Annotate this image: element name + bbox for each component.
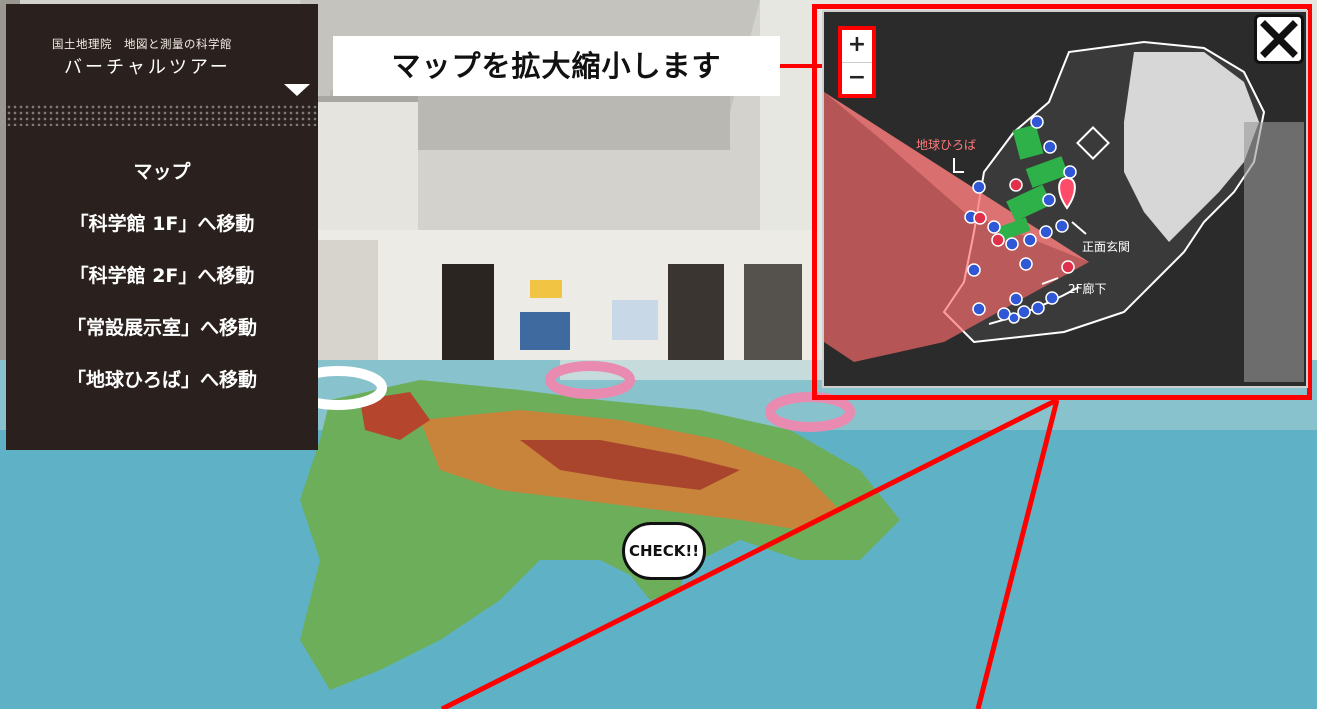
logo-subtitle: 国土地理院 地図と測量の科学館 xyxy=(52,37,232,51)
zoom-in-button[interactable]: + xyxy=(842,30,872,62)
close-icon xyxy=(1260,20,1298,58)
map-zoom-control: + − xyxy=(838,26,876,98)
menu-item-goto-1f[interactable]: 「科学館 1F」へ移動 xyxy=(6,210,318,262)
menu-list: マップ 「科学館 1F」へ移動 「科学館 2F」へ移動 「常設展示室」へ移動 「… xyxy=(6,158,318,418)
logo[interactable]: 国土地理院 地図と測量の科学館 バーチャルツアー xyxy=(6,4,318,102)
menu-item-goto-2f[interactable]: 「科学館 2F」へ移動 xyxy=(6,262,318,314)
zoom-out-button[interactable]: − xyxy=(842,62,872,94)
side-menu: 国土地理院 地図と測量の科学館 バーチャルツアー マップ 「科学館 1F」へ移動… xyxy=(6,4,318,450)
map-close-button[interactable] xyxy=(1254,14,1304,64)
map-label-earth-plaza: 地球ひろば xyxy=(916,138,977,152)
menu-item-goto-earth-plaza[interactable]: 「地球ひろば」へ移動 xyxy=(6,366,318,418)
map-label-main-entrance: 正面玄関 xyxy=(1082,240,1131,254)
dotted-divider xyxy=(6,104,318,126)
floor-map[interactable]: 地球ひろば 正面玄関 2F廊下 xyxy=(822,10,1308,388)
menu-collapse-icon[interactable] xyxy=(284,84,310,96)
floor-map-drawing xyxy=(824,12,1306,386)
logo-title: バーチャルツアー xyxy=(64,57,231,78)
map-label-corridor: 2F廊下 xyxy=(1068,282,1107,296)
check-hotspot[interactable]: CHECK!! xyxy=(622,522,706,580)
menu-item-goto-permanent-exhibit[interactable]: 「常設展示室」へ移動 xyxy=(6,314,318,366)
menu-item-map[interactable]: マップ xyxy=(6,158,318,210)
annotation-callout: マップを拡大縮小します xyxy=(333,36,780,96)
